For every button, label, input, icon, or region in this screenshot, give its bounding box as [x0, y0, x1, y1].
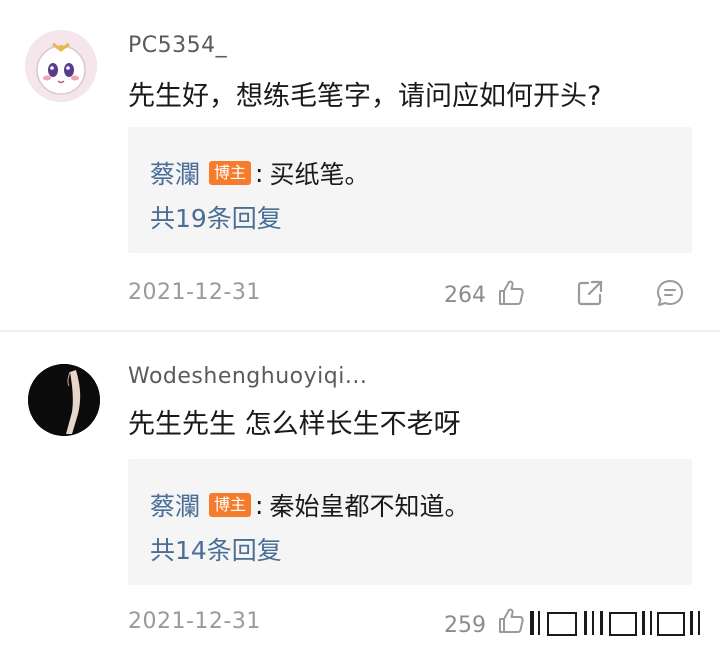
- author-badge: 博主: [209, 161, 252, 185]
- author-badge: 博主: [209, 493, 252, 517]
- reply-colon: :: [255, 490, 264, 520]
- thumbs-up-icon[interactable]: [496, 278, 526, 308]
- reply-author[interactable]: 蔡瀾: [150, 155, 200, 191]
- reply-line: 蔡瀾 博主 : 秦始皇都不知道。: [150, 487, 469, 523]
- reply-text: 秦始皇都不知道。: [269, 492, 470, 521]
- avatar-image: [25, 30, 97, 102]
- comment-text: 先生好，想练毛笔字，请问应如何开头?: [128, 81, 602, 112]
- reply-line: 蔡瀾 博主 : 买纸笔。: [150, 155, 369, 191]
- reply-preview[interactable]: 蔡瀾 博主 : 秦始皇都不知道。 共14条回复: [128, 459, 692, 585]
- view-replies-link[interactable]: 共14条回复: [150, 531, 282, 567]
- username[interactable]: Wodeshenghuoyiqi...: [128, 364, 367, 389]
- avatar-image: [28, 364, 100, 436]
- comment-item: PC5354_ 先生好，想练毛笔字，请问应如何开头? 蔡瀾 博主 : 买纸笔。 …: [0, 0, 720, 332]
- reply-author[interactable]: 蔡瀾: [150, 487, 200, 523]
- comment-icon[interactable]: [655, 278, 685, 308]
- view-replies-link[interactable]: 共19条回复: [150, 199, 282, 235]
- reply-colon: :: [255, 158, 264, 188]
- thumbs-up-icon[interactable]: [496, 606, 526, 636]
- watermark-graphic: [528, 607, 708, 639]
- avatar[interactable]: [25, 30, 97, 102]
- reply-preview[interactable]: 蔡瀾 博主 : 买纸笔。 共19条回复: [128, 127, 692, 253]
- comment-date: 2021-12-31: [128, 280, 261, 305]
- like-count: 264: [444, 283, 486, 308]
- comment-item: Wodeshenghuoyiqi... 先生先生 怎么样长生不老呀 蔡瀾 博主 …: [0, 332, 720, 649]
- comment-text: 先生先生 怎么样长生不老呀: [128, 409, 461, 440]
- share-icon[interactable]: [575, 278, 605, 308]
- like-count: 259: [444, 613, 486, 638]
- reply-text: 买纸笔。: [269, 160, 370, 189]
- username[interactable]: PC5354_: [128, 33, 227, 58]
- comment-date: 2021-12-31: [128, 609, 261, 634]
- avatar[interactable]: [28, 364, 100, 436]
